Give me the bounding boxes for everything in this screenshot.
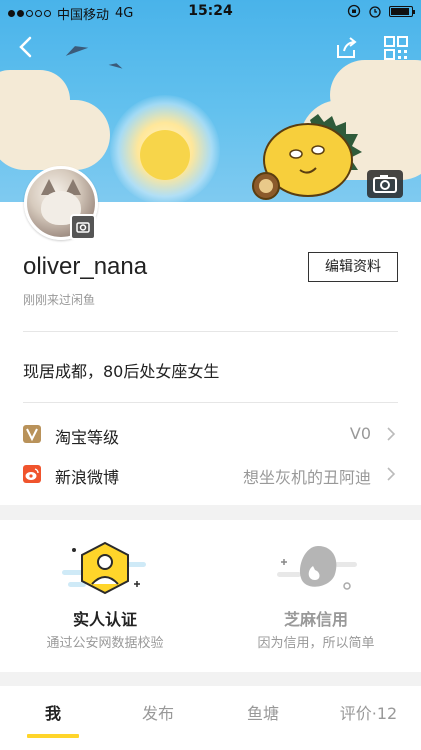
sun [140, 130, 190, 180]
divider [23, 331, 398, 332]
active-tab-indicator [27, 734, 79, 738]
divider [23, 402, 398, 403]
cloud-left-2 [0, 100, 110, 170]
back-icon[interactable] [14, 34, 40, 60]
tab-published[interactable]: 发布 [106, 686, 210, 742]
weibo-icon [23, 465, 41, 483]
tab-fish-pond[interactable]: 鱼塘 [210, 686, 316, 742]
row-label: 淘宝等级 [55, 428, 120, 447]
qr-code-icon[interactable] [384, 36, 408, 60]
chevron-right-icon [387, 467, 396, 481]
share-icon[interactable] [334, 36, 358, 60]
row-taobao-level[interactable]: 淘宝等级 V0 [0, 414, 421, 454]
tab-reviews[interactable]: 评价·12 [316, 686, 421, 742]
row-value: 想坐灰机的丑阿迪 [242, 468, 371, 487]
chevron-right-icon [387, 427, 396, 441]
status-right [347, 4, 415, 18]
username: oliver_nana [23, 253, 148, 280]
verify-subtitle: 因为信用，所以简单 [257, 636, 375, 651]
profile-page: 中国移动 4G 15:24 oliver_nana 刚刚来过闲鱼 编辑资料 现居… [0, 0, 421, 750]
bird-2 [108, 61, 124, 69]
profile-card: oliver_nana 刚刚来过闲鱼 编辑资料 现居成都，80后处女座女生 淘宝… [0, 202, 421, 505]
verify-title: 芝麻信用 [283, 610, 348, 629]
row-value: V0 [349, 424, 371, 443]
lock-rotation-icon [347, 4, 361, 18]
verify-subtitle: 通过公安网数据校验 [46, 636, 164, 651]
sesame-credit-icon [277, 546, 357, 590]
sesame-credit[interactable]: 芝麻信用 因为信用，所以简单 [211, 520, 421, 672]
last-visit-text: 刚刚来过闲鱼 [23, 293, 96, 307]
bird-1 [63, 42, 89, 56]
real-person-verification[interactable]: 实人认证 通过公安网数据校验 [0, 520, 210, 672]
avatar-camera-icon[interactable] [70, 214, 96, 240]
row-label: 新浪微博 [55, 468, 120, 487]
bio-text: 现居成都，80后处女座女生 [23, 362, 220, 381]
cover-camera-icon[interactable] [367, 170, 403, 198]
status-bar: 中国移动 4G 15:24 [0, 0, 421, 24]
tab-bar: 我 发布 鱼塘 评价·12 [0, 686, 421, 750]
verification-section: 实人认证 通过公安网数据校验 芝麻信用 因为信用，所以简单 [0, 520, 421, 672]
real-person-icon [62, 541, 146, 595]
mascot-illustration [252, 114, 362, 200]
verify-title: 实人认证 [72, 610, 137, 629]
row-weibo[interactable]: 新浪微博 想坐灰机的丑阿迪 [0, 454, 421, 494]
alarm-icon [369, 6, 381, 18]
battery-icon [389, 5, 415, 17]
taobao-level-icon [23, 425, 41, 443]
edit-profile-button[interactable]: 编辑资料 [308, 252, 398, 282]
